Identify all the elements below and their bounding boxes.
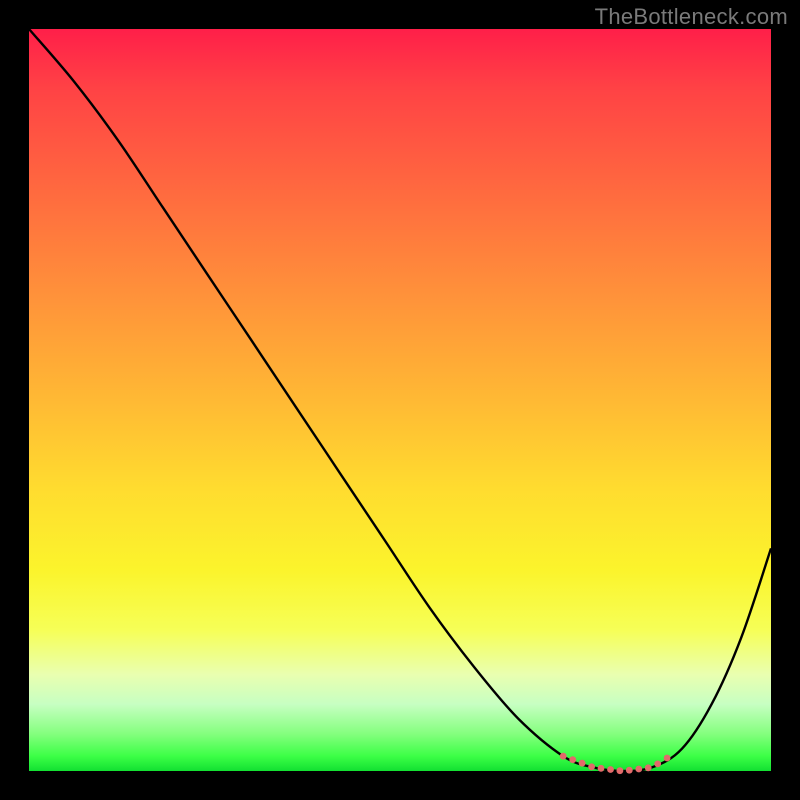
trough-dot — [588, 763, 595, 770]
trough-dot — [560, 753, 567, 760]
trough-dot — [607, 766, 614, 773]
bottleneck-curve — [29, 29, 771, 771]
trough-dot — [664, 755, 671, 762]
trough-dot — [617, 767, 624, 774]
trough-dot — [635, 766, 642, 773]
watermark-text: TheBottleneck.com — [595, 4, 788, 30]
trough-dot — [569, 756, 576, 763]
trough-dot — [654, 761, 661, 768]
trough-dot — [645, 764, 652, 771]
curve-layer — [29, 29, 771, 771]
chart-frame: TheBottleneck.com — [0, 0, 800, 800]
plot-area — [29, 29, 771, 771]
trough-dot — [579, 760, 586, 767]
trough-dot — [626, 767, 633, 774]
trough-dot — [598, 765, 605, 772]
